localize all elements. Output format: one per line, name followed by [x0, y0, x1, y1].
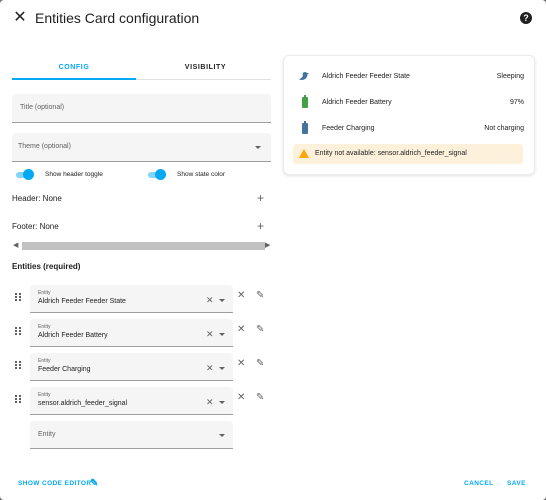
preview-entity-state: Not charging [484, 125, 524, 132]
header-toggle-label: Show header toggle [45, 171, 103, 178]
warning-text: Entity not available: sensor.aldrich_fee… [315, 150, 467, 157]
chevron-down-icon [219, 401, 225, 404]
bird-icon [299, 72, 309, 80]
clear-icon[interactable]: ✕ [206, 397, 214, 407]
chevron-down-icon [219, 333, 225, 336]
add-footer-icon[interactable]: + [257, 220, 264, 232]
preview-entity-name: Feeder Charging [322, 125, 375, 132]
dialog-header: ✕ Entities Card configuration ? [0, 0, 546, 38]
theme-placeholder: Theme (optional) [18, 143, 71, 150]
horizontal-scrollbar[interactable]: ◀ ▶ [12, 241, 271, 251]
code-editor-icon[interactable]: ✎ [90, 478, 99, 489]
config-dialog: ✕ Entities Card configuration ? CONFIG V… [0, 0, 546, 500]
preview-row[interactable]: Aldrich Feeder Feeder State Sleeping [284, 68, 536, 88]
drag-handle-icon[interactable] [15, 395, 21, 403]
close-icon[interactable]: ✕ [10, 8, 30, 28]
edit-entity-icon[interactable]: ✎ [256, 393, 264, 403]
preview-row[interactable]: Feeder Charging Not charging [284, 120, 536, 140]
new-entity-picker[interactable]: Entity [30, 421, 233, 449]
entity-value: Aldrich Feeder Battery [38, 332, 108, 339]
warning-banner: Entity not available: sensor.aldrich_fee… [293, 144, 523, 164]
entity-picker[interactable]: Entity Aldrich Feeder Feeder State ✕ [30, 285, 233, 313]
entities-title: Entities (required) [12, 262, 81, 271]
remove-entity-icon[interactable]: ✕ [237, 291, 245, 301]
preview-card: Aldrich Feeder Feeder State Sleeping Ald… [283, 55, 535, 175]
add-header-icon[interactable]: + [257, 192, 264, 204]
entity-field-label: Entity [38, 392, 51, 398]
entity-field-label: Entity [38, 324, 51, 330]
clear-icon[interactable]: ✕ [206, 295, 214, 305]
drag-handle-icon[interactable] [15, 327, 21, 335]
entity-picker[interactable]: Entity Feeder Charging ✕ [30, 353, 233, 381]
header-label: Header: None [12, 194, 62, 203]
help-icon[interactable]: ? [520, 12, 532, 24]
drag-handle-icon[interactable] [15, 293, 21, 301]
edit-entity-icon[interactable]: ✎ [256, 291, 264, 301]
entity-picker[interactable]: Entity sensor.aldrich_feeder_signal ✕ [30, 387, 233, 415]
theme-select[interactable]: Theme (optional) [12, 133, 271, 162]
show-code-editor-button[interactable]: SHOW CODE EDITOR [18, 480, 91, 487]
remove-entity-icon[interactable]: ✕ [237, 393, 245, 403]
preview-entity-state: Sleeping [496, 73, 524, 80]
tab-config[interactable]: CONFIG [12, 58, 136, 80]
remove-entity-icon[interactable]: ✕ [237, 325, 245, 335]
preview-row[interactable]: Aldrich Feeder Battery 97% [284, 94, 536, 114]
header-toggle-switch[interactable] [14, 169, 34, 180]
warning-icon [299, 149, 309, 158]
chevron-down-icon [219, 434, 225, 437]
scroll-right-icon[interactable]: ▶ [265, 241, 270, 251]
chevron-down-icon [219, 367, 225, 370]
edit-entity-icon[interactable]: ✎ [256, 359, 264, 369]
scrollbar-thumb[interactable] [22, 242, 265, 250]
entity-picker[interactable]: Entity Aldrich Feeder Battery ✕ [30, 319, 233, 347]
remove-entity-icon[interactable]: ✕ [237, 359, 245, 369]
title-placeholder: Title (optional) [20, 104, 65, 111]
cancel-button[interactable]: CANCEL [464, 480, 493, 487]
chevron-down-icon [255, 146, 261, 149]
battery-icon [302, 95, 308, 108]
tab-visibility[interactable]: VISIBILITY [140, 58, 271, 80]
clear-icon[interactable]: ✕ [206, 363, 214, 373]
save-button[interactable]: SAVE [507, 480, 526, 487]
edit-entity-icon[interactable]: ✎ [256, 325, 264, 335]
battery-icon [302, 121, 308, 134]
entity-value: Feeder Charging [38, 366, 91, 373]
preview-entity-state: 97% [509, 99, 524, 106]
clear-icon[interactable]: ✕ [206, 329, 214, 339]
title-field[interactable]: Title (optional) [12, 94, 271, 123]
new-entity-placeholder: Entity [38, 431, 56, 438]
entity-value: sensor.aldrich_feeder_signal [38, 400, 128, 407]
preview-entity-name: Aldrich Feeder Feeder State [322, 73, 410, 80]
chevron-down-icon [219, 299, 225, 302]
drag-handle-icon[interactable] [15, 361, 21, 369]
entity-value: Aldrich Feeder Feeder State [38, 298, 126, 305]
state-color-label: Show state color [177, 171, 226, 178]
footer-label: Footer: None [12, 222, 59, 231]
entity-field-label: Entity [38, 290, 51, 296]
dialog-title: Entities Card configuration [35, 10, 200, 26]
tab-bar: CONFIG VISIBILITY [12, 58, 271, 80]
preview-entity-name: Aldrich Feeder Battery [322, 99, 392, 106]
scroll-left-icon[interactable]: ◀ [13, 241, 18, 251]
state-color-switch[interactable] [146, 169, 166, 180]
entity-field-label: Entity [38, 358, 51, 364]
